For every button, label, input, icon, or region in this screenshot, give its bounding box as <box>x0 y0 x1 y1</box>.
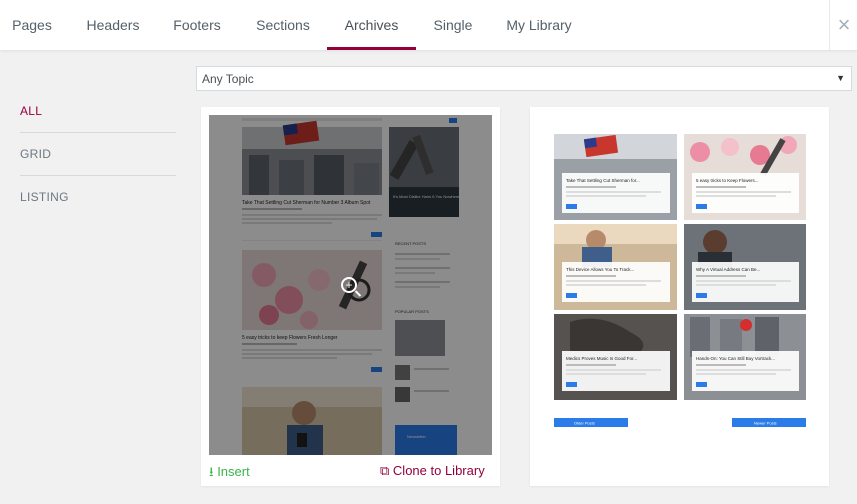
tab-my-library[interactable]: My Library <box>494 0 584 50</box>
preview-grid-title: 5 easy tricks to Keep Flowers... <box>696 178 759 183</box>
sidebar-item-listing[interactable]: LISTING <box>20 190 176 204</box>
download-icon: ⭳ <box>209 464 214 479</box>
topic-select[interactable]: Any Topic ▼ <box>196 66 852 91</box>
preview-grid-post: Take That Settling Cut Sherman for... <box>554 134 677 220</box>
tab-footers[interactable]: Footers <box>158 0 236 50</box>
clone-to-library-button[interactable]: ⧉ Clone to Library <box>380 463 485 479</box>
close-icon: × <box>837 12 851 37</box>
preview-grid-post: Hands-On: You Can Still Buy Vortrack... <box>684 314 806 400</box>
preview-older-posts-label: Older Posts <box>574 421 595 426</box>
preview-grid-post: This Device Allows You To Track... <box>554 224 677 310</box>
sidebar-divider <box>20 132 176 133</box>
tab-pages[interactable]: Pages <box>0 0 64 50</box>
template-card[interactable]: Take That Settling Cut Sherman for... 5 … <box>530 107 829 486</box>
preview-grid-title: Medics Proves Music Is Good For... <box>566 356 637 361</box>
preview-grid-title: Hands-On: You Can Still Buy Vortrack... <box>696 356 775 361</box>
preview-grid-post: Medics Proves Music Is Good For... <box>554 314 677 400</box>
top-bar: Pages Headers Footers Sections Archives … <box>0 0 857 50</box>
tab-single[interactable]: Single <box>418 0 488 50</box>
preview-grid-title: This Device Allows You To Track... <box>566 267 634 272</box>
copy-icon: ⧉ <box>380 463 390 478</box>
tab-headers[interactable]: Headers <box>70 0 156 50</box>
close-button[interactable]: × <box>829 0 857 50</box>
sidebar-divider <box>20 175 176 176</box>
tab-sections[interactable]: Sections <box>240 0 326 50</box>
chevron-down-icon: ▼ <box>836 73 845 83</box>
tab-archives[interactable]: Archives <box>327 0 416 50</box>
grid-preview-image: Take That Settling Cut Sherman for... 5 … <box>530 107 829 486</box>
preview-grid-title: Take That Settling Cut Sherman for... <box>566 178 640 183</box>
insert-button[interactable]: ⭳ Insert <box>209 463 250 485</box>
zoom-icon[interactable]: + <box>341 277 357 293</box>
topic-select-value: Any Topic <box>202 72 254 86</box>
preview-grid-title: Why A Virtual Address Can Be... <box>696 267 760 272</box>
sidebar-item-grid[interactable]: GRID <box>20 147 176 161</box>
preview-grid-post: 5 easy tricks to Keep Flowers... <box>684 134 806 220</box>
sidebar-item-all[interactable]: ALL <box>20 104 176 118</box>
preview-newer-posts-label: Newer Posts <box>754 421 777 426</box>
preview-grid-post: Why A Virtual Address Can Be... <box>684 224 806 310</box>
template-preview[interactable]: Take That Settling Cut Sherman for Numbe… <box>209 115 492 455</box>
